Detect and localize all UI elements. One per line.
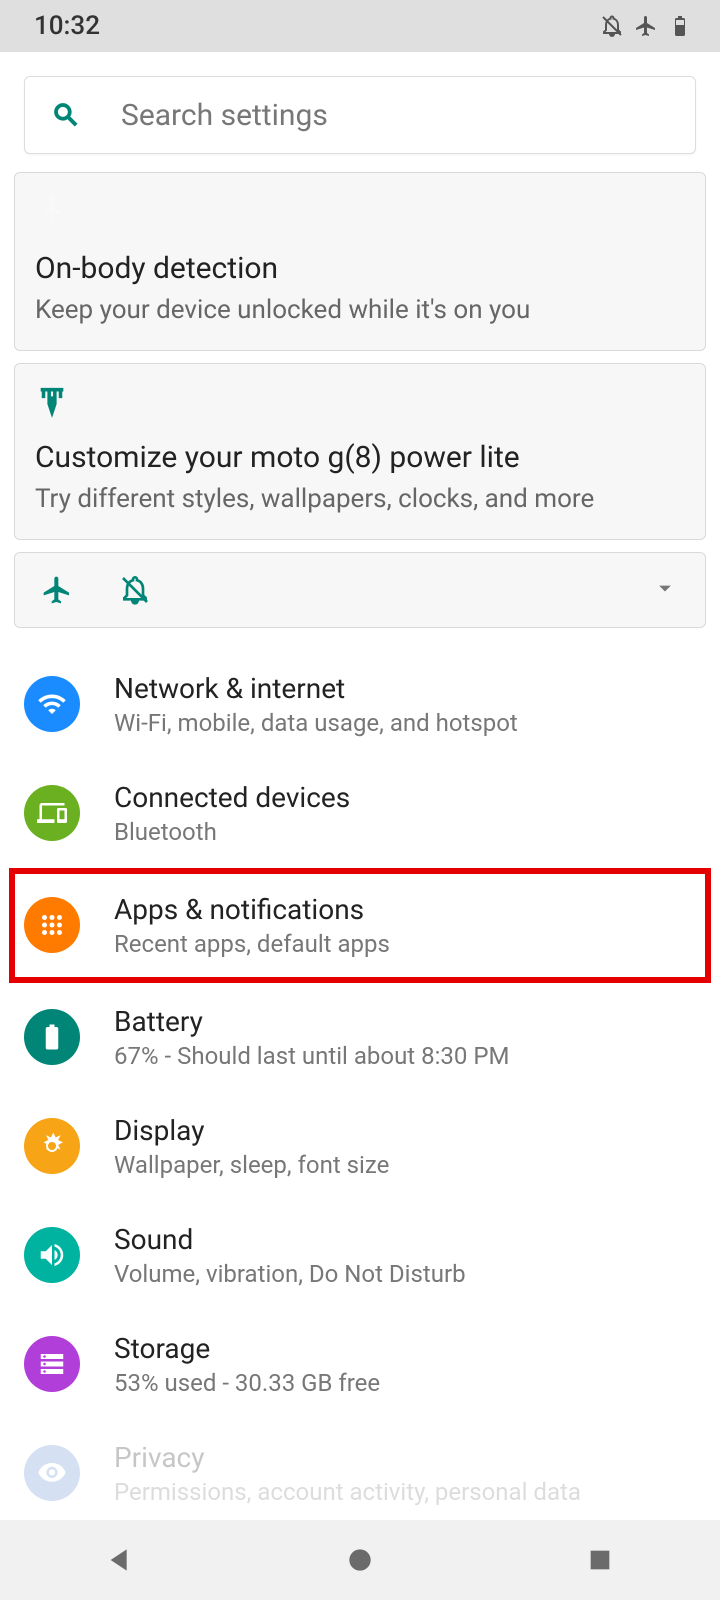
search-icon [51,100,81,130]
wifi-icon [24,676,80,732]
item-title: Apps & notifications [114,893,696,926]
item-sub: Bluetooth [114,818,696,846]
item-sub: Recent apps, default apps [114,930,696,958]
onbody-card[interactable]: On-body detection Keep your device unloc… [14,172,706,351]
settings-list: Network & internet Wi-Fi, mobile, data us… [12,640,708,1538]
status-time: 10:32 [34,11,100,41]
apps-icon [24,897,80,953]
item-sub: Volume, vibration, Do Not Disturb [114,1260,696,1288]
display-icon [24,1118,80,1174]
airplane-icon [634,14,658,38]
customize-card[interactable]: Customize your moto g(8) power lite Try … [14,363,706,540]
customize-sub: Try different styles, wallpapers, clocks… [35,483,685,517]
nav-recent-icon[interactable] [584,1544,616,1576]
privacy-icon [24,1445,80,1501]
battery-icon [24,1009,80,1065]
item-title: Network & internet [114,672,696,705]
sound-icon [24,1227,80,1283]
settings-item-privacy[interactable]: Privacy Permissions, account activity, pe… [12,1419,708,1528]
status-icons [600,14,692,38]
dnd-off-icon [600,14,624,38]
settings-item-wifi[interactable]: Network & internet Wi-Fi, mobile, data us… [12,650,708,759]
settings-item-sound[interactable]: Sound Volume, vibration, Do Not Disturb [12,1201,708,1310]
status-bar: 10:32 [0,0,720,52]
item-sub: Wallpaper, sleep, font size [114,1151,696,1179]
settings-item-apps[interactable]: Apps & notifications Recent apps, default… [12,871,708,980]
nav-back-icon[interactable] [104,1544,136,1576]
dnd-toggle-icon[interactable] [119,574,151,606]
customize-title: Customize your moto g(8) power lite [35,440,685,475]
settings-item-devices[interactable]: Connected devices Bluetooth [12,759,708,868]
item-title: Display [114,1114,696,1147]
search-bar[interactable]: Search settings [24,76,696,154]
onbody-sub: Keep your device unlocked while it's on … [35,294,685,328]
item-sub: 67% - Should last until about 8:30 PM [114,1042,696,1070]
settings-item-display[interactable]: Display Wallpaper, sleep, font size [12,1092,708,1201]
quick-toggle-bar[interactable] [14,552,706,628]
onbody-title: On-body detection [35,251,685,286]
item-title: Connected devices [114,781,696,814]
airplane-toggle-icon[interactable] [41,574,73,606]
settings-item-storage[interactable]: Storage 53% used - 30.33 GB free [12,1310,708,1419]
item-sub: 53% used - 30.33 GB free [114,1369,696,1397]
nav-bar [0,1520,720,1600]
brush-icon [35,384,685,422]
item-title: Privacy [114,1441,696,1474]
search-placeholder: Search settings [121,98,328,133]
walk-icon [35,193,69,241]
item-sub: Wi-Fi, mobile, data usage, and hotspot [114,709,696,737]
nav-home-icon[interactable] [344,1544,376,1576]
item-sub: Permissions, account activity, personal … [114,1478,696,1506]
devices-icon [24,785,80,841]
item-title: Storage [114,1332,696,1365]
settings-content: Search settings On-body detection Keep y… [0,76,720,1538]
settings-item-battery[interactable]: Battery 67% - Should last until about 8:3… [12,983,708,1092]
item-title: Sound [114,1223,696,1256]
item-title: Battery [114,1005,696,1038]
chevron-down-icon[interactable] [651,574,679,606]
storage-icon [24,1336,80,1392]
battery-icon [668,14,692,38]
